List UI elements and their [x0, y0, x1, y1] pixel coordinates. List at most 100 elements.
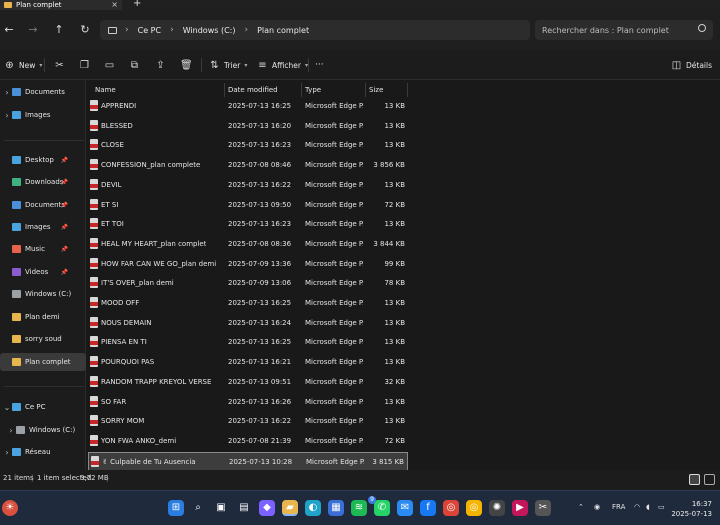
file-row[interactable]: PIENSA EN TI 2025-07-13 16:25 Microsoft Ed…: [88, 333, 408, 352]
rename-button[interactable]: ⧉: [129, 59, 140, 71]
sidebar-item-music[interactable]: Music 📌: [0, 240, 86, 258]
search-icon[interactable]: ⌕: [190, 500, 206, 516]
back-button[interactable]: ←: [2, 23, 16, 37]
file-row[interactable]: HOW FAR CAN WE GO_plan demi 2025-07-09 13…: [88, 255, 408, 274]
sidebar-item-windows-c[interactable]: › Windows (C:): [0, 421, 86, 439]
chrome-icon[interactable]: ◎: [443, 500, 459, 516]
breadcrumb-ce-pc[interactable]: Ce PC: [138, 26, 161, 35]
tiles-view-toggle[interactable]: [704, 474, 715, 485]
refresh-button[interactable]: ↻: [78, 23, 92, 37]
clock[interactable]: 16:37 2025-07-13: [671, 499, 712, 519]
breadcrumb-plan-complet[interactable]: Plan complet: [257, 26, 309, 35]
search-input[interactable]: Rechercher dans : Plan complet: [535, 20, 713, 40]
file-row[interactable]: MOOD OFF 2025-07-13 16:25 Microsoft Edge P…: [88, 294, 408, 313]
column-divider[interactable]: [407, 83, 408, 97]
file-row[interactable]: ✌ Culpable de Tu Ausencia 2025-07-13 10:2…: [88, 451, 408, 471]
more-options-button[interactable]: ···: [315, 59, 324, 71]
chevron-icon[interactable]: ⌄: [2, 403, 12, 412]
up-button[interactable]: ↑: [52, 23, 66, 37]
file-row[interactable]: APPRENDI 2025-07-13 16:25 Microsoft Edge P…: [88, 97, 408, 116]
file-row[interactable]: SO FAR 2025-07-13 16:26 Microsoft Edge P..…: [88, 393, 408, 412]
file-explorer-icon[interactable]: ▰: [282, 500, 298, 516]
view-button[interactable]: ≡ Afficher ▾: [257, 59, 308, 71]
chevron-icon[interactable]: ›: [2, 448, 12, 457]
chrome-profile-icon[interactable]: ◎: [466, 500, 482, 516]
chevron-up-icon[interactable]: ⌃: [578, 503, 584, 511]
sidebar-item-images[interactable]: Images 📌: [0, 218, 86, 236]
cut-button[interactable]: ✂: [54, 59, 65, 71]
share-button[interactable]: ⇪: [155, 59, 166, 71]
file-row[interactable]: HEAL MY HEART_plan complet 2025-07-08 08:…: [88, 235, 408, 254]
sidebar-item-sorry-soud[interactable]: sorry soud: [0, 330, 86, 348]
sidebar-item-plan-complet[interactable]: Plan complet: [0, 353, 86, 371]
column-divider[interactable]: [224, 83, 225, 97]
widgets-icon[interactable]: ▤: [236, 500, 252, 516]
sidebar-item-ce-pc[interactable]: ⌄ Ce PC: [0, 398, 86, 416]
sidebar-item-desktop[interactable]: Desktop 📌: [0, 151, 86, 169]
file-row[interactable]: YON FWA ANKO_demi 2025-07-08 21:39 Microso…: [88, 432, 408, 451]
close-icon[interactable]: ×: [111, 0, 118, 9]
edge-icon[interactable]: ◐: [305, 500, 321, 516]
address-bar[interactable]: › Ce PC › Windows (C:) › Plan complet: [100, 20, 530, 40]
facebook-icon[interactable]: f: [420, 500, 436, 516]
spotify-icon[interactable]: ≋: [351, 500, 367, 516]
chatgpt-icon[interactable]: ✺: [489, 500, 505, 516]
wifi-icon[interactable]: ◠: [634, 503, 640, 511]
file-row[interactable]: IT'S OVER_plan demi 2025-07-09 13:06 Micro…: [88, 274, 408, 293]
tray-app-icon[interactable]: ◉: [594, 503, 600, 511]
search-icon[interactable]: [698, 24, 706, 32]
column-header-name[interactable]: Name: [95, 83, 116, 97]
chevron-right-icon[interactable]: ›: [125, 25, 129, 35]
sidebar-item-documents[interactable]: Documents 📌: [0, 196, 86, 214]
new-button[interactable]: ⊕ New ▾: [4, 59, 42, 71]
details-button[interactable]: ◫ Détails: [671, 59, 712, 71]
sidebar-item-documents[interactable]: › Documents: [0, 83, 86, 101]
chevron-icon[interactable]: ›: [2, 111, 12, 120]
sidebar-item-videos[interactable]: Videos 📌: [0, 263, 86, 281]
sidebar-item-r-seau[interactable]: › Réseau: [0, 443, 86, 461]
file-row[interactable]: POURQUOI PAS 2025-07-13 16:21 Microsoft Ed…: [88, 353, 408, 372]
paste-button[interactable]: ▭: [104, 59, 115, 71]
snipping-icon[interactable]: ✂: [535, 500, 551, 516]
task-view-icon[interactable]: ▣: [213, 500, 229, 516]
store-icon[interactable]: ▦: [328, 500, 344, 516]
forward-button[interactable]: →: [26, 23, 40, 37]
new-tab-button[interactable]: +: [133, 0, 141, 9]
column-header-date[interactable]: Date modified: [228, 83, 278, 97]
file-row[interactable]: BLESSED 2025-07-13 16:20 Microsoft Edge P.…: [88, 117, 408, 136]
weather-widget-icon[interactable]: ☀: [2, 500, 18, 516]
breadcrumb-windows-c[interactable]: Windows (C:): [183, 26, 236, 35]
start-icon[interactable]: ⊞: [168, 500, 184, 516]
copilot-icon[interactable]: ◆: [259, 500, 275, 516]
volume-icon[interactable]: ◖: [646, 503, 650, 511]
sidebar-item-plan-demi[interactable]: Plan demi: [0, 308, 86, 326]
delete-button[interactable]: 🗑: [180, 59, 193, 71]
language-indicator[interactable]: FRA: [612, 503, 625, 511]
file-row[interactable]: ET TOI 2025-07-13 16:23 Microsoft Edge P..…: [88, 215, 408, 234]
messenger-icon[interactable]: ✉: [397, 500, 413, 516]
column-divider[interactable]: [301, 83, 302, 97]
chevron-icon[interactable]: ›: [2, 88, 12, 97]
chevron-right-icon[interactable]: ›: [170, 25, 174, 35]
sidebar-item-downloads[interactable]: Downloads 📌: [0, 173, 86, 191]
file-row[interactable]: DEVIL 2025-07-13 16:22 Microsoft Edge P...…: [88, 176, 408, 195]
file-row[interactable]: CONFESSION_plan complete 2025-07-08 08:46…: [88, 156, 408, 175]
chevron-icon[interactable]: ›: [6, 426, 16, 435]
battery-icon[interactable]: ▭: [658, 503, 665, 511]
sidebar-item-windows-c[interactable]: Windows (C:): [0, 285, 86, 303]
sidebar-item-images[interactable]: › Images: [0, 106, 86, 124]
sort-button[interactable]: ⇅ Trier ▾: [209, 59, 247, 71]
whatsapp-icon[interactable]: ✆: [374, 500, 390, 516]
column-divider[interactable]: [365, 83, 366, 97]
file-row[interactable]: RANDOM TRAPP KREYOL VERSE 2025-07-13 09:5…: [88, 373, 408, 392]
details-view-toggle[interactable]: [689, 474, 700, 485]
copy-button[interactable]: ❐: [79, 59, 90, 71]
tab-plan-complet[interactable]: Plan complet ×: [0, 0, 122, 10]
column-header-size[interactable]: Size: [369, 83, 383, 97]
chevron-right-icon[interactable]: ›: [244, 25, 248, 35]
file-row[interactable]: ET SI 2025-07-13 09:50 Microsoft Edge P...…: [88, 196, 408, 215]
file-row[interactable]: NOUS DEMAIN 2025-07-13 16:24 Microsoft Edg…: [88, 314, 408, 333]
column-header-type[interactable]: Type: [305, 83, 321, 97]
file-row[interactable]: CLOSE 2025-07-13 16:23 Microsoft Edge P...…: [88, 136, 408, 155]
file-row[interactable]: SORRY MOM 2025-07-13 16:22 Microsoft Edge …: [88, 412, 408, 431]
